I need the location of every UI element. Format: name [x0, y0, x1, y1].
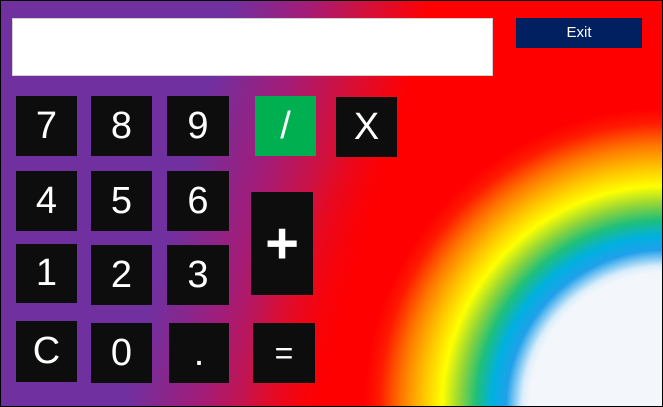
clear-button[interactable]: C: [16, 321, 77, 382]
exit-button[interactable]: Exit: [516, 18, 642, 48]
decimal-point-button[interactable]: .: [169, 323, 229, 383]
key-8-button[interactable]: 8: [91, 96, 152, 156]
key-3-button[interactable]: 3: [167, 245, 229, 305]
calculator-window: Exit 7 8 9 / X 4 5 6 + 1 2 3 C 0 . =: [0, 0, 663, 407]
key-7-button[interactable]: 7: [16, 96, 77, 156]
key-6-button[interactable]: 6: [167, 171, 229, 231]
key-5-button[interactable]: 5: [91, 171, 152, 231]
calculator-display[interactable]: [12, 18, 493, 76]
key-2-button[interactable]: 2: [91, 245, 152, 305]
key-0-button[interactable]: 0: [91, 323, 152, 383]
multiply-button[interactable]: X: [336, 97, 397, 157]
plus-button[interactable]: +: [251, 192, 313, 295]
key-4-button[interactable]: 4: [16, 171, 77, 231]
divide-button[interactable]: /: [255, 96, 316, 156]
key-9-button[interactable]: 9: [167, 96, 229, 156]
key-1-button[interactable]: 1: [16, 244, 77, 303]
equals-button[interactable]: =: [253, 323, 315, 383]
